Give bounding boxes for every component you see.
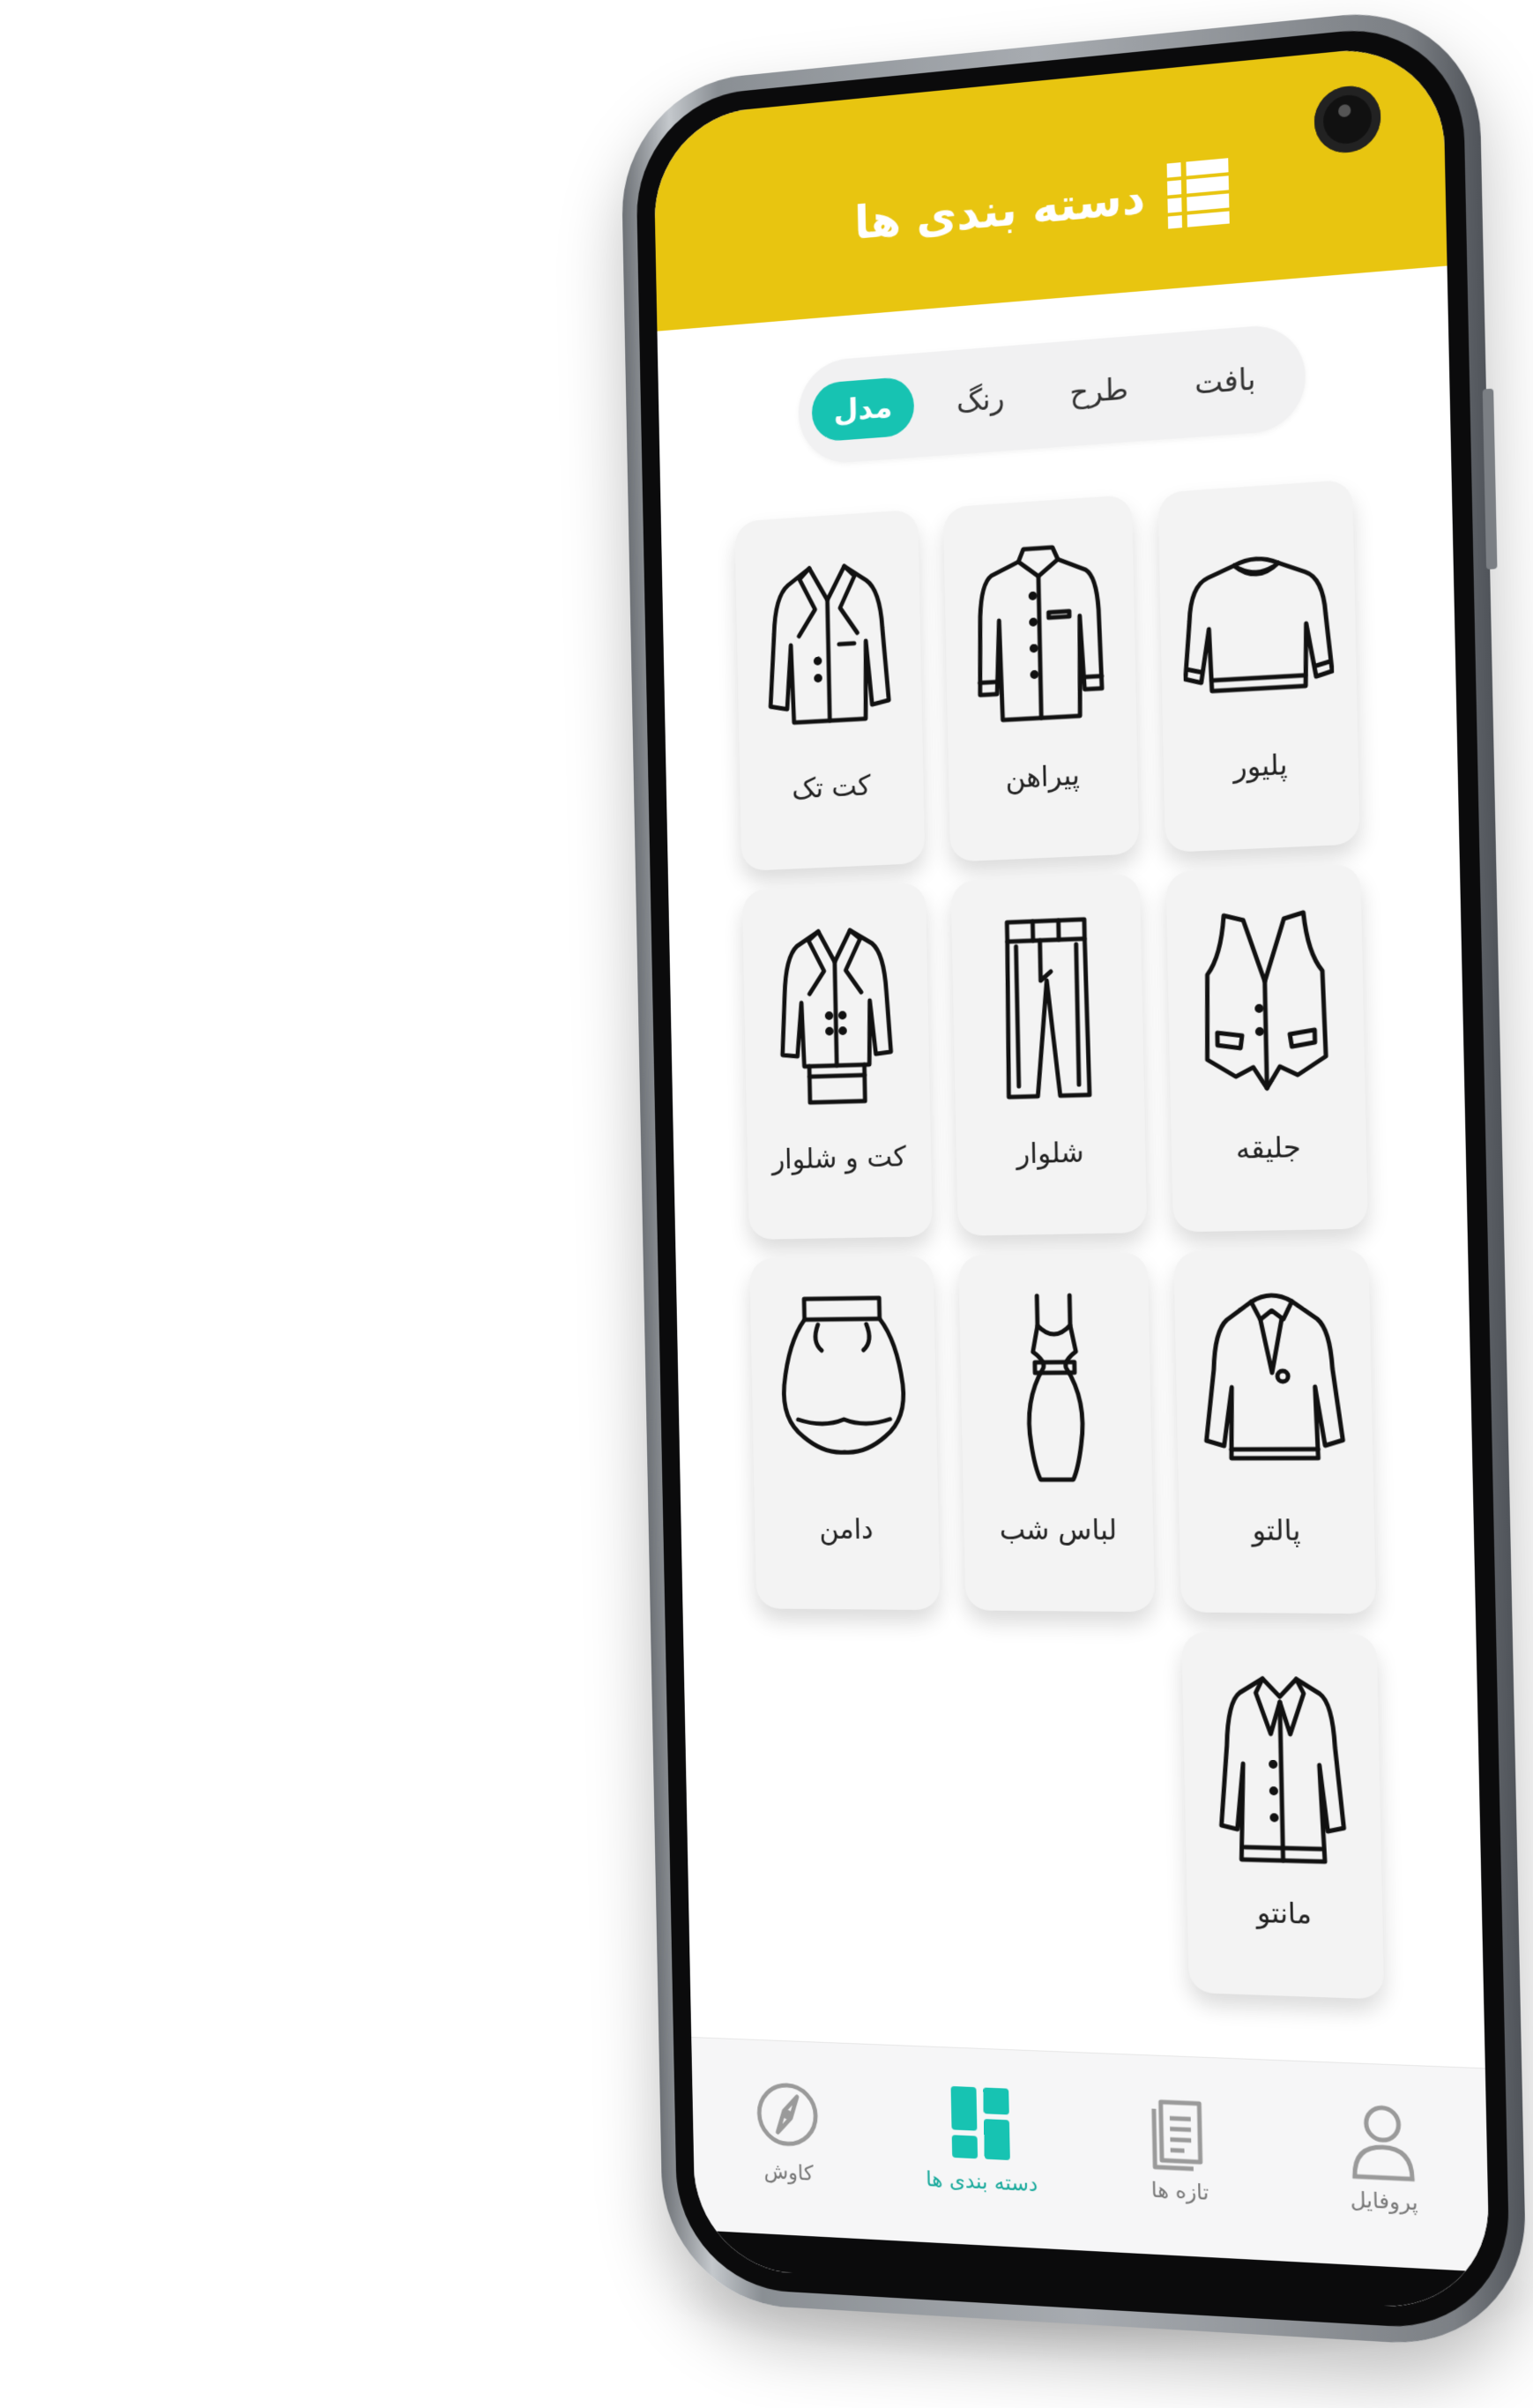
nav-item-profile[interactable]: پروفایل <box>1297 2097 1470 2218</box>
tab-texture[interactable]: بافت <box>1172 347 1280 416</box>
page-title: دسته بندی ها <box>854 172 1146 250</box>
manteau-icon <box>1204 1666 1359 1874</box>
blazer-icon <box>755 544 901 750</box>
category-grid: پلیور پیراهن کت تک جلیقه شلوار کت و شلوا… <box>734 480 1384 2000</box>
sweater-icon <box>1180 515 1335 728</box>
category-label: پیراهن <box>1005 758 1080 795</box>
tab-model[interactable]: مدل <box>811 376 914 442</box>
category-card-sweater[interactable]: پلیور <box>1158 480 1360 853</box>
category-label: جلیقه <box>1236 1130 1301 1166</box>
shirt-icon <box>965 529 1115 739</box>
nav-label: کاوش <box>763 2159 814 2186</box>
category-label: پالتو <box>1252 1513 1301 1547</box>
categories-icon <box>946 2083 1016 2164</box>
category-card-evening-dress[interactable]: لباس شب <box>958 1252 1155 1612</box>
category-card-suit[interactable]: کت و شلوار <box>742 883 933 1240</box>
category-card-shirt[interactable]: پیراهن <box>943 495 1139 862</box>
phone-mockup: دسته بندی ها بافت طرح رنگ مدل پلیور پیرا… <box>620 2 1528 2350</box>
filter-tabs: بافت طرح رنگ مدل <box>798 322 1306 466</box>
header-content: دسته بندی ها <box>854 156 1231 257</box>
category-label: لباس شب <box>999 1513 1117 1547</box>
category-card-blazer[interactable]: کت تک <box>734 510 925 871</box>
category-label: دامن <box>819 1512 874 1545</box>
nav-label: تازه ها <box>1151 2178 1209 2205</box>
compass-icon <box>754 2075 822 2155</box>
coat-icon <box>1196 1283 1351 1488</box>
tab-color[interactable]: رنگ <box>934 367 1027 433</box>
category-label: شلوار <box>1016 1136 1084 1171</box>
nav-item-news[interactable]: تازه ها <box>1096 2089 1264 2208</box>
evening-dress-icon <box>980 1286 1130 1488</box>
phone-screen: دسته بندی ها بافت طرح رنگ مدل پلیور پیرا… <box>653 41 1491 2312</box>
skirt-icon <box>770 1289 916 1488</box>
nav-item-categories[interactable]: دسته بندی ها <box>899 2081 1063 2198</box>
categories-list-icon <box>1167 156 1230 230</box>
news-icon <box>1143 2091 1215 2173</box>
category-card-coat[interactable]: پالتو <box>1173 1249 1376 1614</box>
trousers-icon <box>972 907 1122 1114</box>
nav-label: پروفایل <box>1350 2187 1418 2215</box>
category-label: کت و شلوار <box>771 1140 906 1176</box>
category-label: مانتو <box>1256 1896 1312 1931</box>
category-card-trousers[interactable]: شلوار <box>951 873 1148 1236</box>
suit-icon <box>763 916 909 1119</box>
category-label: کت تک <box>792 769 871 806</box>
profile-icon <box>1346 2099 1420 2183</box>
category-card-manteau[interactable]: مانتو <box>1181 1632 1384 2000</box>
vest-icon <box>1188 898 1343 1107</box>
nav-item-explore[interactable]: کاوش <box>709 2073 868 2188</box>
category-card-vest[interactable]: جلیقه <box>1165 864 1367 1233</box>
nav-label: دسته بندی ها <box>926 2166 1038 2196</box>
category-label: پلیور <box>1233 748 1288 784</box>
category-card-skirt[interactable]: دامن <box>749 1256 940 1610</box>
tab-pattern[interactable]: طرح <box>1046 357 1151 425</box>
